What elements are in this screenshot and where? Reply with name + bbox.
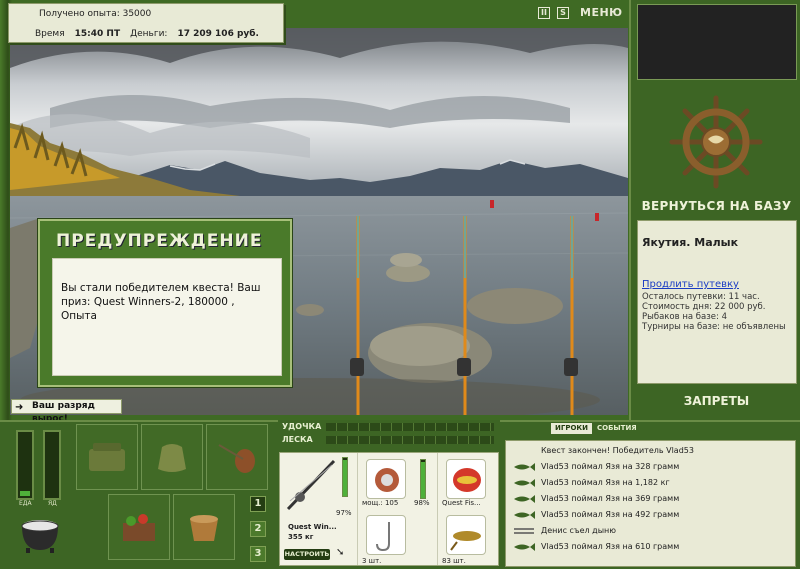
- line-tension-label: ЛЕСКА: [282, 435, 313, 444]
- rank-notice[interactable]: ➜ Ваш разряд вырос!: [11, 399, 122, 424]
- list-item: Vlad53 поймал Язя на 328 грамм: [506, 459, 795, 475]
- info-line: Осталось путевки: 11 час.: [642, 292, 760, 302]
- experience-text: Получено опыта: 35000: [39, 9, 152, 19]
- expand-arrow-icon[interactable]: ➘: [336, 547, 344, 558]
- dialog-title: ПРЕДУПРЕЖДЕНИЕ: [56, 231, 263, 251]
- lure-cell[interactable]: Quest Fis... 83 шт.: [438, 453, 499, 565]
- rod-equipment-panel: 97% Quest Win... 355 кг НАСТРОИТЬ ➘ мощ.…: [279, 452, 499, 566]
- rod-line-bars: УДОЧКА ЛЕСКА: [278, 420, 500, 450]
- rod-cell[interactable]: 97% Quest Win... 355 кг НАСТРОИТЬ ➘: [280, 453, 358, 565]
- inventory-slot-bag[interactable]: [76, 424, 138, 490]
- list-item: Денис съел дыню: [506, 523, 795, 539]
- hook-count: 3 шт.: [362, 557, 382, 565]
- money-label: Деньги:: [130, 29, 168, 39]
- return-to-base-button[interactable]: ВЕРНУТЬСЯ НА БАЗУ: [631, 199, 800, 213]
- bait-count: 83 шт.: [442, 557, 466, 565]
- fish-icon: [514, 543, 535, 551]
- bait-sack-icon: [158, 444, 186, 472]
- reel-icon: [366, 459, 406, 499]
- inventory-slot-bucket[interactable]: [173, 494, 235, 560]
- cooking-pot-icon[interactable]: [18, 514, 62, 554]
- rod-icon: [286, 459, 336, 511]
- list-item: Vlad53 поймал Язя на 610 грамм: [506, 539, 795, 555]
- page-button-1[interactable]: 1: [250, 496, 266, 512]
- fish-icon: [514, 511, 535, 519]
- poison-meter: [43, 430, 61, 500]
- hook-icon: [366, 515, 406, 555]
- rod-weight: 355 кг: [288, 533, 314, 541]
- grasshopper-bait-icon: [446, 515, 486, 555]
- rod-wear-meter: [342, 457, 348, 497]
- food-label: ЕДА: [19, 500, 32, 507]
- bucket-icon: [190, 515, 218, 541]
- setup-button[interactable]: НАСТРОИТЬ: [284, 549, 330, 560]
- food-meter: [16, 430, 34, 500]
- inventory-slot-basket[interactable]: [108, 494, 170, 560]
- location-info: Якутия. Малык Продлить путевку Осталось …: [637, 220, 797, 384]
- rod-percent: 97%: [336, 509, 352, 517]
- money-value: 17 209 106 руб.: [177, 29, 259, 39]
- game-screen: Получено опыта: 35000 Время 15:40 ПТ Ден…: [0, 0, 800, 569]
- sound-button[interactable]: S: [557, 7, 569, 19]
- fish-icon: [514, 463, 535, 471]
- info-line: Рыбаков на базе: 4: [642, 312, 727, 322]
- inventory-slot-sack[interactable]: [141, 424, 203, 490]
- rod-name: Quest Win...: [288, 523, 337, 531]
- arrow-icon: ➜: [15, 402, 24, 413]
- list-item: Vlad53 поймал Язя на 369 грамм: [506, 491, 795, 507]
- pause-button[interactable]: II: [538, 7, 550, 19]
- line-tension-bar: [326, 436, 494, 444]
- reel-cell[interactable]: мощ.: 105 98% 3 шт.: [358, 453, 438, 565]
- list-item: Vlad53 поймал Язя на 1,182 кг: [506, 475, 795, 491]
- reel-wear-meter: [420, 459, 426, 499]
- fish-icon: [514, 479, 535, 487]
- status-panel: Получено опыта: 35000 Время 15:40 ПТ Ден…: [8, 3, 284, 43]
- time-value: 15:40 ПТ: [74, 29, 121, 39]
- minimap[interactable]: [637, 4, 797, 80]
- info-line: Стоимость дня: 22 000 руб.: [642, 302, 766, 312]
- poison-label: ЯД: [48, 500, 57, 507]
- page-button-2[interactable]: 2: [250, 521, 266, 537]
- rod-tension-bar: [326, 423, 494, 431]
- fork-knife-icon: [514, 528, 534, 534]
- tab-events[interactable]: СОБЫТИЯ: [593, 423, 641, 434]
- tackle-box-icon: [89, 443, 125, 471]
- warning-dialog: ПРЕДУПРЕЖДЕНИЕ Вы стали победителем квес…: [38, 219, 292, 387]
- menu-button[interactable]: МЕНЮ: [580, 6, 623, 19]
- inventory-slot-net[interactable]: [206, 424, 268, 490]
- event-log: Квест закончен! Победитель Vlad53 Vlad53…: [505, 440, 796, 567]
- time-label: Время: [35, 29, 65, 39]
- reel-power: мощ.: 105: [362, 499, 399, 507]
- food-basket-icon: [123, 514, 155, 541]
- reel-percent: 98%: [414, 499, 430, 507]
- right-panel: ВЕРНУТЬСЯ НА БАЗУ Якутия. Малык Продлить…: [629, 0, 800, 420]
- ship-wheel-icon[interactable]: [668, 94, 764, 190]
- list-item: Vlad53 поймал Язя на 492 грамм: [506, 507, 795, 523]
- lure-name: Quest Fis...: [442, 499, 481, 507]
- lure-icon: [446, 459, 486, 499]
- info-line: Турниры на базе: не объявлены: [642, 322, 786, 332]
- rod-tension-label: УДОЧКА: [282, 422, 322, 431]
- landing-net-icon: [218, 444, 255, 473]
- tab-players[interactable]: ИГРОКИ: [551, 423, 592, 434]
- bans-button[interactable]: ЗАПРЕТЫ: [631, 394, 800, 408]
- list-item: Квест закончен! Победитель Vlad53: [541, 446, 694, 455]
- location-name: Якутия. Малык: [642, 236, 739, 249]
- extend-pass-link[interactable]: Продлить путевку: [642, 279, 739, 290]
- dialog-message: Вы стали победителем квеста! Ваш приз: Q…: [52, 258, 282, 376]
- fish-icon: [514, 495, 535, 503]
- page-button-3[interactable]: 3: [250, 546, 266, 562]
